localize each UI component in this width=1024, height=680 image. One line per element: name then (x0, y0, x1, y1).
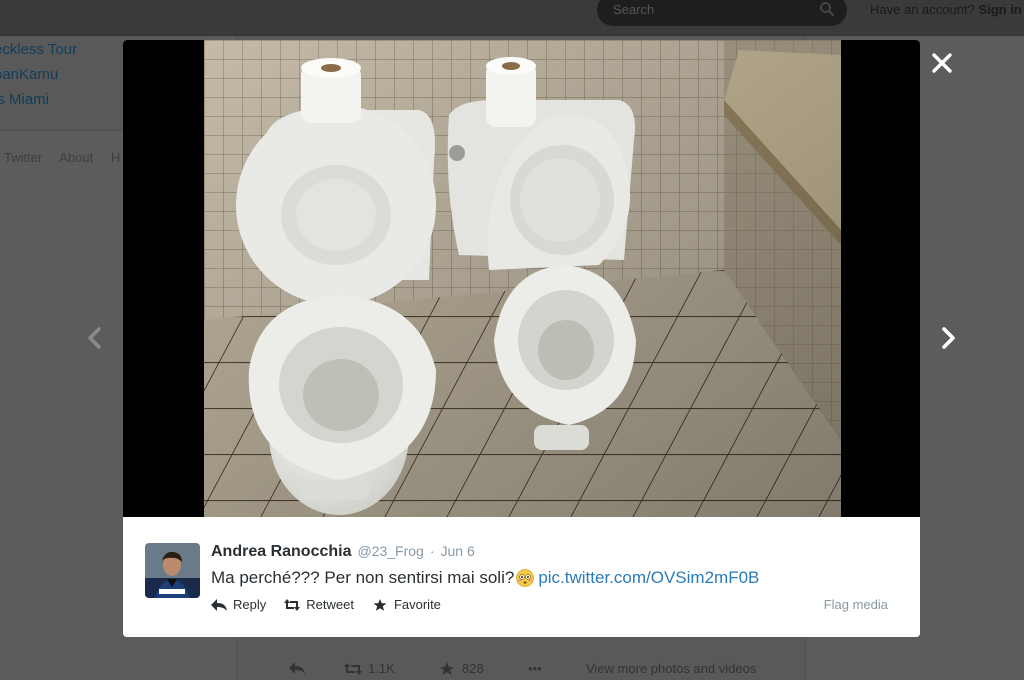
background-favorite-button[interactable]: 828 (438, 661, 484, 676)
reply-icon (289, 662, 305, 674)
footer-link[interactable]: About (59, 150, 93, 165)
retweet-label: Retweet (306, 597, 354, 612)
tweet-body: Ma perché??? Per non sentirsi mai soli? (211, 568, 515, 587)
view-more-photos-link[interactable]: View more photos and videos (586, 661, 756, 676)
reply-icon (211, 598, 227, 611)
retweet-icon (344, 662, 362, 675)
media-modal: Andrea Ranocchia @23_Frog · Jun 6 Ma per… (123, 40, 920, 637)
star-icon (440, 661, 454, 675)
more-button[interactable]: ••• (528, 661, 542, 676)
media-area (123, 40, 920, 517)
retweet-icon (284, 598, 301, 611)
search-placeholder: Search (613, 2, 655, 17)
author-username[interactable]: @23_Frog (357, 543, 423, 559)
footer-link[interactable]: Twitter (4, 150, 42, 165)
tweet-timestamp[interactable]: Jun 6 (441, 543, 475, 559)
chevron-right-icon[interactable] (939, 326, 957, 350)
footer-link[interactable]: H (111, 150, 120, 165)
retweet-count: 1.1K (368, 661, 395, 676)
account-prompt-text: Have an account? (870, 2, 975, 17)
favorite-button[interactable]: Favorite (372, 597, 441, 612)
tweet-media-link[interactable]: pic.twitter.com/OVSim2mF0B (538, 568, 759, 588)
footer-links: Twitter About H (4, 150, 134, 165)
chevron-left-icon[interactable] (86, 326, 104, 350)
tweet-actions: Reply Retweet Favorite (211, 597, 441, 612)
background-reply-button[interactable] (288, 661, 306, 675)
author-name[interactable]: Andrea Ranocchia (211, 543, 351, 561)
background-tweet-actions: 1.1K 828 ••• View more photos and videos (236, 640, 806, 680)
close-icon[interactable] (931, 52, 953, 74)
flushed-face-emoji-icon (516, 569, 535, 587)
search-icon[interactable] (819, 1, 835, 17)
account-prompt: Have an account? Sign in (870, 2, 1022, 17)
trend-item[interactable]: oanKamu (0, 66, 58, 83)
tweet-details: Andrea Ranocchia @23_Frog · Jun 6 Ma per… (123, 517, 920, 637)
tweet-header: Andrea Ranocchia @23_Frog · Jun 6 (211, 543, 475, 561)
top-bar: Search Have an account? Sign in (0, 0, 1024, 36)
retweet-button[interactable]: Retweet (284, 597, 354, 612)
favorite-count: 828 (462, 661, 484, 676)
star-icon (373, 598, 387, 611)
trend-item[interactable]: is Miami (0, 91, 49, 108)
media-photo[interactable] (204, 40, 841, 517)
sign-in-link[interactable]: Sign in (978, 2, 1021, 17)
tweet-text: Ma perché??? Per non sentirsi mai soli? … (211, 568, 759, 588)
reply-button[interactable]: Reply (211, 597, 266, 612)
reply-label: Reply (233, 597, 267, 612)
separator-dot: · (429, 543, 435, 559)
avatar[interactable] (145, 543, 200, 598)
flag-media-link[interactable]: Flag media (824, 597, 888, 612)
search-input[interactable]: Search (597, 0, 847, 26)
favorite-label: Favorite (393, 597, 441, 612)
background-retweet-button[interactable]: 1.1K (344, 661, 395, 676)
trend-item[interactable]: eckless Tour (0, 41, 77, 58)
